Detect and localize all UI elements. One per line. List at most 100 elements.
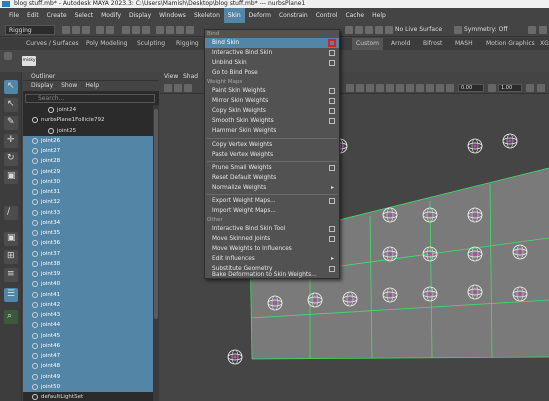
skin-menu-reset-default-weights[interactable]: Reset Default Weights [205, 173, 339, 183]
shelf-tab-xg[interactable]: XG [536, 38, 549, 50]
shelf-tab-custom[interactable]: Custom [352, 38, 383, 50]
outliner-item-joint39[interactable]: joint39 [23, 269, 159, 280]
skin-menu-edit-influences[interactable]: Edit Influences ▸ [205, 254, 339, 264]
viewport-settings-icon[interactable] [537, 84, 545, 92]
interactive-bind-skin-tool-option-box[interactable] [329, 226, 335, 232]
select-mask-icon[interactable] [176, 26, 184, 34]
menu-edit[interactable]: Edit [23, 8, 43, 23]
xray-icon[interactable] [406, 84, 414, 92]
move-tool-icon[interactable]: ✛ [4, 134, 18, 148]
shelf-settings-icon[interactable] [4, 52, 12, 60]
outliner-item-joint26[interactable]: joint26 [23, 135, 159, 146]
shadows-icon[interactable] [386, 84, 394, 92]
snap-view-icon[interactable] [375, 26, 383, 34]
outliner-item-joint36[interactable]: joint36 [23, 238, 159, 249]
snap-point-icon[interactable] [365, 26, 373, 34]
menu-skeleton[interactable]: Skeleton [190, 8, 224, 23]
skin-menu-interactive-bind-skin-tool[interactable]: Interactive Bind Skin Tool [205, 224, 339, 234]
hud-icon[interactable] [436, 84, 444, 92]
render-settings-icon[interactable] [539, 26, 547, 34]
joint-locator[interactable] [467, 138, 483, 154]
skin-menu-bake-deformation[interactable]: Bake Deformation to Skin Weights... [205, 270, 339, 280]
menu-display[interactable]: Display [125, 8, 155, 23]
new-scene-icon[interactable] [62, 26, 70, 34]
skin-menu-unbind-skin[interactable]: Unbind Skin [205, 58, 339, 68]
outliner-item-joint33[interactable]: joint33 [23, 207, 159, 218]
outliner-item-joint49[interactable]: joint49 [23, 371, 159, 382]
four-view-icon[interactable]: ⊞ [4, 250, 18, 264]
shelf-tab-sculpting[interactable]: Sculpting [133, 38, 169, 50]
menu-windows[interactable]: Windows [155, 8, 190, 23]
joint-locator[interactable] [502, 133, 518, 149]
color-management-icon[interactable] [526, 84, 534, 92]
textured-icon[interactable] [366, 84, 374, 92]
skin-menu-smooth-skin-weights[interactable]: Smooth Skin Weights [205, 116, 339, 126]
lights-icon[interactable] [376, 84, 384, 92]
make-live-icon[interactable] [385, 26, 393, 34]
outliner-scroll-thumb[interactable] [154, 109, 158, 319]
outliner-item-joint31[interactable]: joint31 [23, 187, 159, 198]
undo-icon[interactable] [96, 26, 104, 34]
select-mask-icon[interactable] [186, 26, 194, 34]
mirror-skin-weights-option-box[interactable] [329, 98, 335, 104]
save-scene-icon[interactable] [82, 26, 90, 34]
outliner-item-joint25[interactable]: joint25 [23, 126, 159, 136]
outliner-item-joint42[interactable]: joint42 [23, 299, 159, 310]
outliner-item-joint35[interactable]: joint35 [23, 228, 159, 239]
outliner-menu-help[interactable]: Help [81, 81, 103, 91]
outliner-item-joint29[interactable]: joint29 [23, 166, 159, 177]
skin-menu-prune-small-weights[interactable]: Prune Small Weights [205, 163, 339, 173]
outliner-item-joint37[interactable]: joint37 [23, 248, 159, 259]
outliner-menu-display[interactable]: Display [27, 81, 57, 91]
render-icon[interactable] [528, 26, 536, 34]
camera-attributes-icon[interactable] [174, 84, 182, 92]
layout-icon[interactable]: ≡ [4, 268, 18, 282]
skin-menu-mirror-skin-weights[interactable]: Mirror Skin Weights [205, 96, 339, 106]
camera-select-icon[interactable] [164, 84, 172, 92]
prune-small-weights-option-box[interactable] [329, 165, 335, 171]
interactive-bind-skin-option-box[interactable] [329, 50, 335, 56]
outliner-item-joint47[interactable]: joint47 [23, 351, 159, 362]
exposure-field[interactable]: 0.00 [458, 84, 484, 92]
skin-menu-normalize-weights[interactable]: Normalize Weights ▸ [205, 183, 339, 193]
menu-help[interactable]: Help [368, 8, 390, 23]
rotate-tool-icon[interactable]: ↻ [4, 152, 18, 166]
outliner-item-joint38[interactable]: joint38 [23, 258, 159, 269]
select-by-type-icon[interactable] [156, 26, 164, 34]
move-skinned-joints-option-box[interactable] [329, 236, 335, 242]
menu-skin[interactable]: Skin [223, 8, 245, 23]
outliner-item-joint50[interactable]: joint50 [23, 381, 159, 392]
menu-file[interactable]: File [5, 8, 23, 23]
outliner-item-joint40[interactable]: joint40 [23, 279, 159, 290]
outliner-item-joint46[interactable]: joint46 [23, 340, 159, 351]
outliner-item-joint28[interactable]: joint28 [23, 156, 159, 167]
outliner-item-joint44[interactable]: joint44 [23, 320, 159, 331]
outliner-item-joint34[interactable]: joint34 [23, 217, 159, 228]
skin-menu-move-weights-to-influences[interactable]: Move Weights to Influences [205, 244, 339, 254]
symmetry-dropdown[interactable]: Symmetry: Off [464, 25, 507, 35]
skin-menu-interactive-bind-skin[interactable]: Interactive Bind Skin [205, 48, 339, 58]
outliner-item-joint48[interactable]: joint48 [23, 361, 159, 372]
unbind-skin-option-box[interactable] [329, 60, 335, 66]
snap-grid-icon[interactable] [345, 26, 353, 34]
exposure-icon[interactable] [446, 84, 454, 92]
last-tool-icon[interactable]: ∕ [4, 206, 18, 220]
gamma-icon[interactable] [488, 84, 496, 92]
smooth-skin-weights-option-box[interactable] [329, 118, 335, 124]
xray-joints-icon[interactable] [416, 84, 424, 92]
single-view-icon[interactable]: ▣ [4, 232, 18, 246]
menu-control[interactable]: Control [312, 8, 342, 23]
paint-select-tool-icon[interactable]: ✎ [4, 116, 18, 130]
outliner-search-input[interactable]: Search... [25, 94, 155, 103]
gamma-field[interactable]: 1.00 [498, 84, 522, 92]
smooth-shade-icon[interactable] [356, 84, 364, 92]
outliner-item-joint41[interactable]: joint41 [23, 289, 159, 300]
live-surface-label[interactable]: No Live Surface [395, 25, 442, 35]
outliner-item-nurbsplane1follicle792[interactable]: nurbsPlane1Follicle792 [23, 115, 159, 125]
outliner-item-defaultlightset[interactable]: defaultLightSet [23, 392, 159, 401]
outliner-item-joint27[interactable]: joint27 [23, 146, 159, 157]
select-tool-icon[interactable]: ↖ [4, 80, 18, 94]
outliner-item-joint32[interactable]: joint32 [23, 197, 159, 208]
outliner-menu-show[interactable]: Show [57, 81, 81, 91]
joint-locator[interactable] [227, 349, 243, 365]
